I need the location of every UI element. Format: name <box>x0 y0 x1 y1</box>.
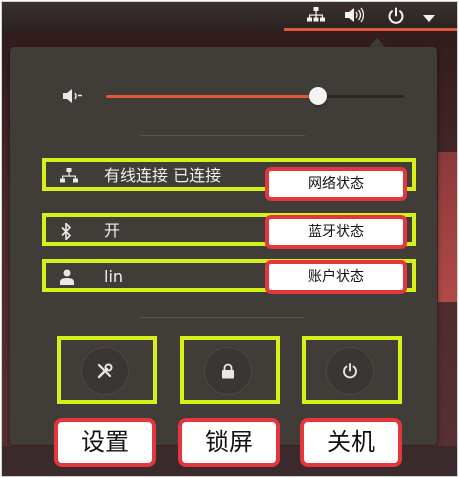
bluetooth-icon <box>60 222 72 243</box>
network-status-callout: 网络状态 <box>265 167 407 201</box>
bluetooth-label: 开 <box>104 221 121 240</box>
user-name-label: lin <box>104 267 124 286</box>
lock-icon <box>221 360 235 381</box>
speaker-icon[interactable] <box>344 7 365 26</box>
power-button-highlight <box>302 336 402 404</box>
volume-slider-knob[interactable] <box>308 87 327 105</box>
volume-slider[interactable] <box>106 87 404 105</box>
lock-button[interactable] <box>204 347 252 395</box>
lock-button-highlight <box>180 336 280 404</box>
wired-connection-label: 有线连接 已连接 <box>104 166 222 185</box>
settings-callout: 设置 <box>54 418 156 467</box>
lock-screen-callout: 锁屏 <box>178 418 280 467</box>
network-wired-icon <box>60 168 78 187</box>
volume-slider-fill <box>106 95 318 98</box>
shutdown-callout: 关机 <box>300 418 402 467</box>
power-icon <box>342 360 358 381</box>
speaker-low-icon <box>62 87 84 110</box>
power-icon[interactable] <box>387 7 405 28</box>
network-wired-icon[interactable] <box>307 7 325 26</box>
power-off-button[interactable] <box>326 347 374 395</box>
user-icon <box>60 269 74 288</box>
settings-button[interactable] <box>81 347 129 395</box>
settings-button-highlight <box>57 336 157 404</box>
account-status-callout: 账户状态 <box>265 260 407 294</box>
active-indicator <box>284 28 457 31</box>
separator <box>140 135 305 136</box>
screenshot-frame: 有线连接 已连接 网络状态 开 蓝牙状态 lin 账户状态 设置 锁屏 关机 <box>1 1 458 477</box>
background-window-edge <box>438 152 457 302</box>
bluetooth-status-callout: 蓝牙状态 <box>265 215 407 249</box>
dropdown-arrow-icon[interactable] <box>423 10 435 26</box>
separator <box>140 317 305 318</box>
top-panel <box>2 2 457 31</box>
settings-tools-icon <box>96 360 114 381</box>
system-menu: 有线连接 已连接 网络状态 开 蓝牙状态 lin 账户状态 <box>10 47 437 445</box>
